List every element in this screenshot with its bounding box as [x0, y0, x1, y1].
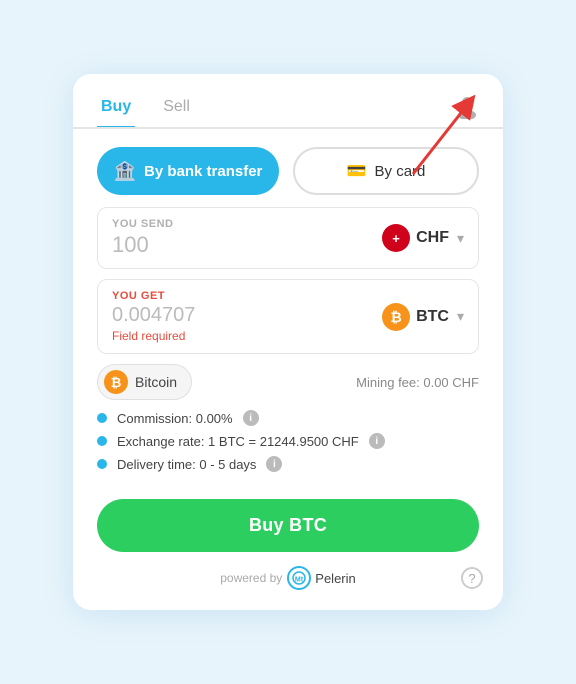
you-get-label: YOU GET [112, 290, 195, 302]
you-get-value[interactable]: 0.004707 [112, 304, 195, 327]
mining-fee-text: Mining fee: 0.00 CHF [356, 375, 479, 390]
delivery-time-row: Delivery time: 0 - 5 days i [97, 456, 479, 472]
chf-flag: + [382, 224, 410, 252]
tab-buy[interactable]: Buy [97, 92, 135, 129]
send-currency-select[interactable]: + CHF ▾ [382, 224, 464, 252]
coin-row: ₿ Bitcoin Mining fee: 0.00 CHF [97, 364, 479, 400]
payment-methods: 🏦 By bank transfer 💳 By card [73, 129, 503, 207]
info-rows: Commission: 0.00% i Exchange rate: 1 BTC… [73, 406, 503, 489]
get-currency-code: BTC [416, 308, 449, 326]
exchange-rate-dot [97, 436, 107, 446]
powered-by: powered by Mt Pelerin [220, 566, 356, 590]
bank-transfer-button[interactable]: 🏦 By bank transfer [97, 147, 279, 195]
get-currency-select[interactable]: ₿ BTC ▾ [382, 303, 464, 331]
send-currency-code: CHF [416, 229, 449, 247]
card-label: By card [375, 163, 426, 180]
commission-text: Commission: 0.00% [117, 411, 233, 426]
tab-divider [73, 127, 503, 129]
you-get-section: YOU GET 0.004707 Field required ₿ BTC ▾ [97, 279, 479, 354]
buy-btc-button[interactable]: Buy BTC [97, 499, 479, 552]
field-required-text: Field required [112, 329, 195, 343]
exchange-rate-text: Exchange rate: 1 BTC = 21244.9500 CHF [117, 434, 359, 449]
coin-badge[interactable]: ₿ Bitcoin [97, 364, 192, 400]
bank-icon: 🏦 [114, 161, 136, 182]
mt-pelerin-logo[interactable]: Mt Pelerin [287, 566, 355, 590]
card-icon: 💳 [347, 161, 367, 181]
main-card: Buy Sell 🏦 By bank transfer 💳 By card YO… [73, 74, 503, 610]
get-currency-chevron: ▾ [457, 308, 464, 325]
commission-info-icon[interactable]: i [243, 410, 259, 426]
bank-transfer-label: By bank transfer [144, 163, 262, 180]
mt-pelerin-icon: Mt [287, 566, 311, 590]
tab-sell[interactable]: Sell [159, 92, 194, 129]
bitcoin-icon: ₿ [104, 370, 128, 394]
coin-name: Bitcoin [135, 374, 177, 390]
footer: powered by Mt Pelerin ? [73, 566, 503, 590]
exchange-rate-info-icon[interactable]: i [369, 433, 385, 449]
you-send-input-group: YOU SEND 100 [112, 218, 173, 258]
commission-dot [97, 413, 107, 423]
delivery-time-dot [97, 459, 107, 469]
mt-pelerin-text: Pelerin [315, 571, 355, 586]
you-send-label: YOU SEND [112, 218, 173, 230]
you-send-value[interactable]: 100 [112, 232, 173, 258]
commission-row: Commission: 0.00% i [97, 410, 479, 426]
you-get-input-group: YOU GET 0.004707 Field required [112, 290, 195, 343]
card-button[interactable]: 💳 By card [293, 147, 479, 195]
tabs-container: Buy Sell [73, 74, 503, 129]
user-profile-icon[interactable] [451, 90, 483, 122]
delivery-time-info-icon[interactable]: i [266, 456, 282, 472]
user-icon-wrap [451, 90, 483, 122]
you-send-section: YOU SEND 100 + CHF ▾ [97, 207, 479, 269]
btc-flag: ₿ [382, 303, 410, 331]
svg-text:Mt: Mt [295, 577, 304, 584]
exchange-rate-row: Exchange rate: 1 BTC = 21244.9500 CHF i [97, 433, 479, 449]
send-currency-chevron: ▾ [457, 230, 464, 247]
powered-by-text: powered by [220, 571, 282, 585]
help-icon[interactable]: ? [461, 567, 483, 589]
delivery-time-text: Delivery time: 0 - 5 days [117, 457, 256, 472]
